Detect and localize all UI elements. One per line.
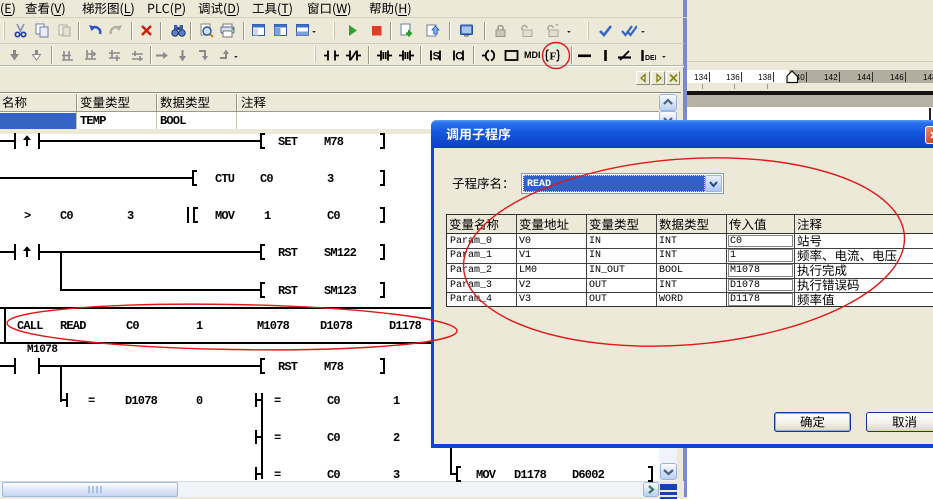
svg-text:S: S [432, 50, 439, 62]
svg-text:C: C [455, 50, 463, 62]
svg-text:DEL: DEL [645, 55, 656, 62]
svg-text:F: F [549, 50, 556, 62]
